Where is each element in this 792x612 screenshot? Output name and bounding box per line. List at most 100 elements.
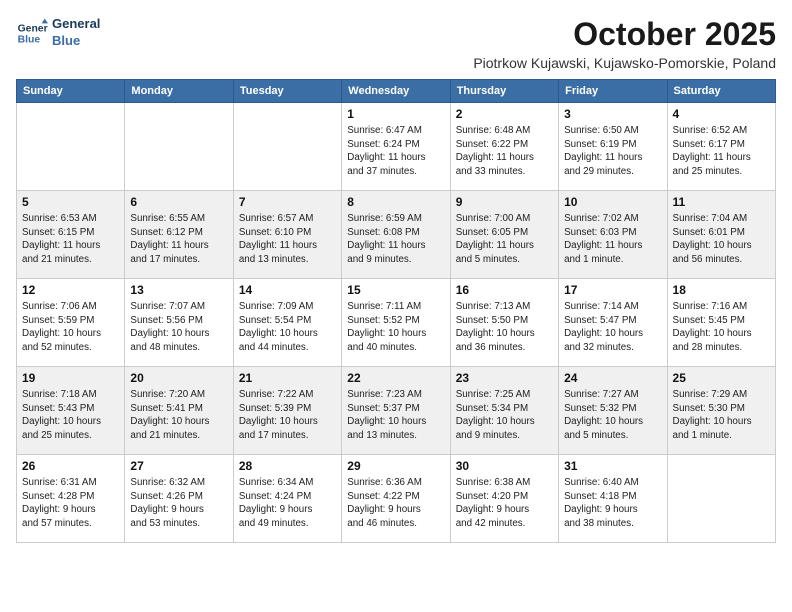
day-detail: Sunrise: 6:32 AM Sunset: 4:26 PM Dayligh… [130,476,227,531]
calendar-cell: 8 Sunrise: 6:59 AM Sunset: 6:08 PM Daylig… [342,191,450,279]
calendar-cell: 29Sunrise: 6:36 AM Sunset: 4:22 PM Dayli… [342,455,450,543]
calendar-week-row: 5Sunrise: 6:53 AM Sunset: 6:15 PM Daylig… [17,191,776,279]
logo-icon: General Blue [16,17,48,49]
calendar-cell: 11 Sunrise: 7:04 AM Sunset: 6:01 PM Dayli… [667,191,775,279]
day-number: 3 [564,107,661,121]
cell-content: 27Sunrise: 6:32 AM Sunset: 4:26 PM Dayli… [130,459,227,531]
day-number: 20 [130,371,227,385]
day-detail: Sunrise: 7:11 AM Sunset: 5:52 PM Dayligh… [347,300,444,355]
cell-content: 10 Sunrise: 7:02 AM Sunset: 6:03 PM Dayli… [564,195,661,267]
day-detail: Sunrise: 7:13 AM Sunset: 5:50 PM Dayligh… [456,300,553,355]
calendar-week-row: 12 Sunrise: 7:06 AM Sunset: 5:59 PM Dayli… [17,279,776,367]
day-detail: Sunrise: 7:20 AM Sunset: 5:41 PM Dayligh… [130,388,227,443]
calendar-cell: 17Sunrise: 7:14 AM Sunset: 5:47 PM Dayli… [559,279,667,367]
day-detail: Sunrise: 6:47 AM Sunset: 6:24 PM Dayligh… [347,124,444,179]
day-number: 25 [673,371,770,385]
calendar-cell: 19 Sunrise: 7:18 AM Sunset: 5:43 PM Dayli… [17,367,125,455]
day-number: 19 [22,371,119,385]
day-detail: Sunrise: 6:31 AM Sunset: 4:28 PM Dayligh… [22,476,119,531]
day-number: 6 [130,195,227,209]
day-header-thursday: Thursday [450,80,558,103]
calendar-week-row: 1 Sunrise: 6:47 AM Sunset: 6:24 PM Daylig… [17,103,776,191]
day-number: 22 [347,371,444,385]
calendar-cell: 18 Sunrise: 7:16 AM Sunset: 5:45 PM Dayli… [667,279,775,367]
calendar-cell: 10 Sunrise: 7:02 AM Sunset: 6:03 PM Dayli… [559,191,667,279]
day-detail: Sunrise: 6:36 AM Sunset: 4:22 PM Dayligh… [347,476,444,531]
day-detail: Sunrise: 7:18 AM Sunset: 5:43 PM Dayligh… [22,388,119,443]
cell-content: 23Sunrise: 7:25 AM Sunset: 5:34 PM Dayli… [456,371,553,443]
calendar-cell: 28Sunrise: 6:34 AM Sunset: 4:24 PM Dayli… [233,455,341,543]
calendar-cell: 5Sunrise: 6:53 AM Sunset: 6:15 PM Daylig… [17,191,125,279]
calendar-cell [667,455,775,543]
cell-content: 25 Sunrise: 7:29 AM Sunset: 5:30 PM Dayli… [673,371,770,443]
day-number: 13 [130,283,227,297]
calendar-cell: 13 Sunrise: 7:07 AM Sunset: 5:56 PM Dayli… [125,279,233,367]
day-number: 16 [456,283,553,297]
calendar-week-row: 26 Sunrise: 6:31 AM Sunset: 4:28 PM Dayli… [17,455,776,543]
day-number: 26 [22,459,119,473]
day-number: 10 [564,195,661,209]
cell-content: 11 Sunrise: 7:04 AM Sunset: 6:01 PM Dayli… [673,195,770,267]
day-detail: Sunrise: 6:48 AM Sunset: 6:22 PM Dayligh… [456,124,553,179]
day-number: 17 [564,283,661,297]
day-number: 15 [347,283,444,297]
cell-content: 26 Sunrise: 6:31 AM Sunset: 4:28 PM Dayli… [22,459,119,531]
svg-text:General: General [18,23,48,34]
calendar-header-row: SundayMondayTuesdayWednesdayThursdayFrid… [17,80,776,103]
page-header: General Blue General Blue October 2025 P… [16,16,776,71]
cell-content: 28Sunrise: 6:34 AM Sunset: 4:24 PM Dayli… [239,459,336,531]
calendar-cell [125,103,233,191]
cell-content: 18 Sunrise: 7:16 AM Sunset: 5:45 PM Dayli… [673,283,770,355]
day-detail: Sunrise: 7:00 AM Sunset: 6:05 PM Dayligh… [456,212,553,267]
calendar-cell: 15 Sunrise: 7:11 AM Sunset: 5:52 PM Dayli… [342,279,450,367]
day-number: 7 [239,195,336,209]
calendar-cell: 1 Sunrise: 6:47 AM Sunset: 6:24 PM Daylig… [342,103,450,191]
calendar-cell: 22 Sunrise: 7:23 AM Sunset: 5:37 PM Dayli… [342,367,450,455]
cell-content: 9Sunrise: 7:00 AM Sunset: 6:05 PM Daylig… [456,195,553,267]
day-number: 21 [239,371,336,385]
day-detail: Sunrise: 7:23 AM Sunset: 5:37 PM Dayligh… [347,388,444,443]
day-detail: Sunrise: 6:50 AM Sunset: 6:19 PM Dayligh… [564,124,661,179]
calendar-cell: 12 Sunrise: 7:06 AM Sunset: 5:59 PM Dayli… [17,279,125,367]
cell-content: 20 Sunrise: 7:20 AM Sunset: 5:41 PM Dayli… [130,371,227,443]
day-detail: Sunrise: 7:06 AM Sunset: 5:59 PM Dayligh… [22,300,119,355]
cell-content: 14Sunrise: 7:09 AM Sunset: 5:54 PM Dayli… [239,283,336,355]
day-number: 2 [456,107,553,121]
calendar-cell [17,103,125,191]
cell-content: 8 Sunrise: 6:59 AM Sunset: 6:08 PM Daylig… [347,195,444,267]
calendar-week-row: 19 Sunrise: 7:18 AM Sunset: 5:43 PM Dayli… [17,367,776,455]
day-number: 1 [347,107,444,121]
day-detail: Sunrise: 6:59 AM Sunset: 6:08 PM Dayligh… [347,212,444,267]
cell-content: 30Sunrise: 6:38 AM Sunset: 4:20 PM Dayli… [456,459,553,531]
day-number: 11 [673,195,770,209]
cell-content: 31Sunrise: 6:40 AM Sunset: 4:18 PM Dayli… [564,459,661,531]
cell-content: 24Sunrise: 7:27 AM Sunset: 5:32 PM Dayli… [564,371,661,443]
day-number: 4 [673,107,770,121]
cell-content: 2 Sunrise: 6:48 AM Sunset: 6:22 PM Daylig… [456,107,553,179]
day-header-tuesday: Tuesday [233,80,341,103]
calendar-cell: 20 Sunrise: 7:20 AM Sunset: 5:41 PM Dayli… [125,367,233,455]
day-number: 23 [456,371,553,385]
day-number: 30 [456,459,553,473]
cell-content: 4Sunrise: 6:52 AM Sunset: 6:17 PM Daylig… [673,107,770,179]
calendar-cell: 16 Sunrise: 7:13 AM Sunset: 5:50 PM Dayli… [450,279,558,367]
calendar-cell: 2 Sunrise: 6:48 AM Sunset: 6:22 PM Daylig… [450,103,558,191]
day-detail: Sunrise: 7:04 AM Sunset: 6:01 PM Dayligh… [673,212,770,267]
day-header-sunday: Sunday [17,80,125,103]
logo-line1: General [52,16,100,33]
day-detail: Sunrise: 7:29 AM Sunset: 5:30 PM Dayligh… [673,388,770,443]
cell-content: 21Sunrise: 7:22 AM Sunset: 5:39 PM Dayli… [239,371,336,443]
day-number: 18 [673,283,770,297]
calendar-cell: 24Sunrise: 7:27 AM Sunset: 5:32 PM Dayli… [559,367,667,455]
day-detail: Sunrise: 7:07 AM Sunset: 5:56 PM Dayligh… [130,300,227,355]
day-number: 8 [347,195,444,209]
day-number: 28 [239,459,336,473]
day-detail: Sunrise: 6:55 AM Sunset: 6:12 PM Dayligh… [130,212,227,267]
calendar-cell: 27Sunrise: 6:32 AM Sunset: 4:26 PM Dayli… [125,455,233,543]
day-detail: Sunrise: 7:16 AM Sunset: 5:45 PM Dayligh… [673,300,770,355]
day-detail: Sunrise: 7:02 AM Sunset: 6:03 PM Dayligh… [564,212,661,267]
cell-content: 16 Sunrise: 7:13 AM Sunset: 5:50 PM Dayli… [456,283,553,355]
day-number: 14 [239,283,336,297]
day-header-monday: Monday [125,80,233,103]
day-number: 12 [22,283,119,297]
